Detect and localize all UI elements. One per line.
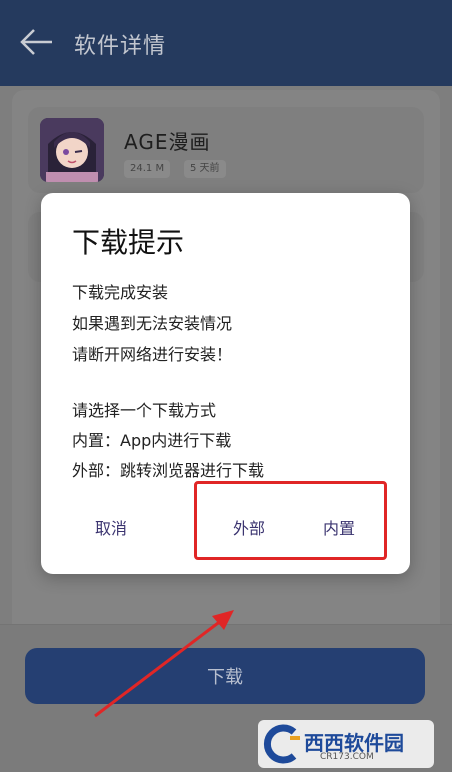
highlight-annotation-box bbox=[194, 481, 387, 560]
dialog-line-5: 内置：App内进行下载 bbox=[72, 431, 232, 450]
dialog-line-1: 下载完成安装 bbox=[72, 283, 169, 302]
page-title: 软件详情 bbox=[74, 34, 167, 59]
app-header: 软件详情 bbox=[0, 0, 452, 86]
app-size-badge: 24.1 M bbox=[124, 160, 171, 178]
dialog-line-3: 请断开网络进行安装！ bbox=[72, 345, 233, 364]
cancel-button[interactable]: 取消 bbox=[95, 515, 127, 539]
app-icon bbox=[40, 118, 104, 182]
app-name: AGE漫画 bbox=[124, 130, 211, 154]
dialog-line-2: 如果遇到无法安装情况 bbox=[72, 314, 233, 333]
back-arrow-icon[interactable] bbox=[20, 28, 54, 56]
app-age-badge: 5 天前 bbox=[184, 160, 226, 178]
dialog-title: 下载提示 bbox=[72, 226, 185, 259]
dialog-line-6: 外部：跳转浏览器进行下载 bbox=[72, 461, 265, 480]
download-button[interactable]: 下载 bbox=[25, 648, 425, 704]
dialog-line-4: 请选择一个下载方式 bbox=[72, 401, 217, 420]
watermark-site: CR173.COM bbox=[320, 752, 374, 762]
